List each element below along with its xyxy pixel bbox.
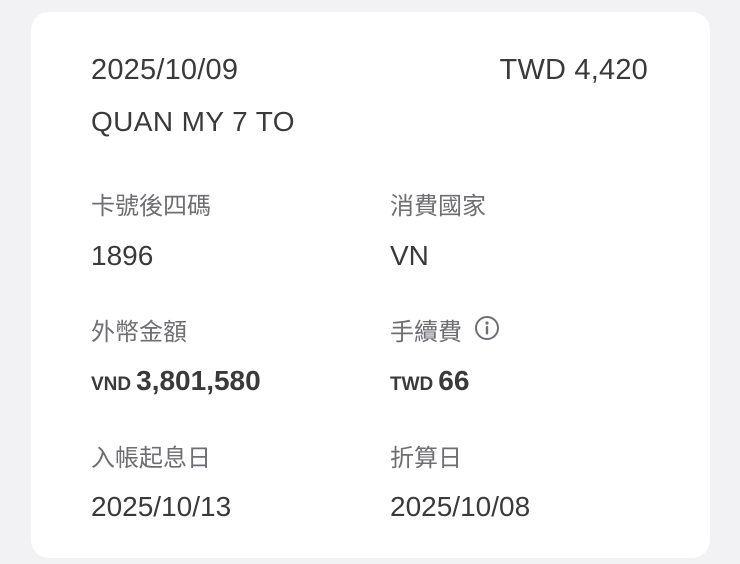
posting-date-label: 入帳起息日 xyxy=(91,444,211,472)
card-last4-label: 卡號後四碼 xyxy=(91,192,211,220)
foreign-amount-label: 外幣金額 xyxy=(91,318,187,346)
transaction-amount: TWD 4,420 xyxy=(499,54,648,86)
country-label: 消費國家 xyxy=(390,192,486,220)
transaction-date: 2025/10/09 xyxy=(91,54,239,86)
posting-date-value: 2025/10/13 xyxy=(91,491,232,522)
fee-currency: TWD xyxy=(390,374,434,395)
fee-value: 66 xyxy=(438,365,470,396)
conversion-date-value: 2025/10/08 xyxy=(390,491,531,522)
foreign-amount-value: 3,801,580 xyxy=(136,365,261,396)
foreign-amount: VND 3,801,580 xyxy=(91,365,261,397)
country-value: VN xyxy=(390,240,429,271)
foreign-amount-currency: VND xyxy=(91,374,132,395)
merchant-name: QUAN MY 7 TO xyxy=(91,106,295,137)
fee-label: 手續費 xyxy=(390,318,462,346)
fee: TWD 66 xyxy=(390,365,469,397)
card-last4-value: 1896 xyxy=(91,240,154,271)
transaction-detail-card: 2025/10/09 TWD 4,420 QUAN MY 7 TO 卡號後四碼 … xyxy=(31,12,710,558)
info-icon[interactable] xyxy=(474,315,500,347)
fee-label-row: 手續費 xyxy=(390,312,500,349)
conversion-date-label: 折算日 xyxy=(390,444,462,472)
